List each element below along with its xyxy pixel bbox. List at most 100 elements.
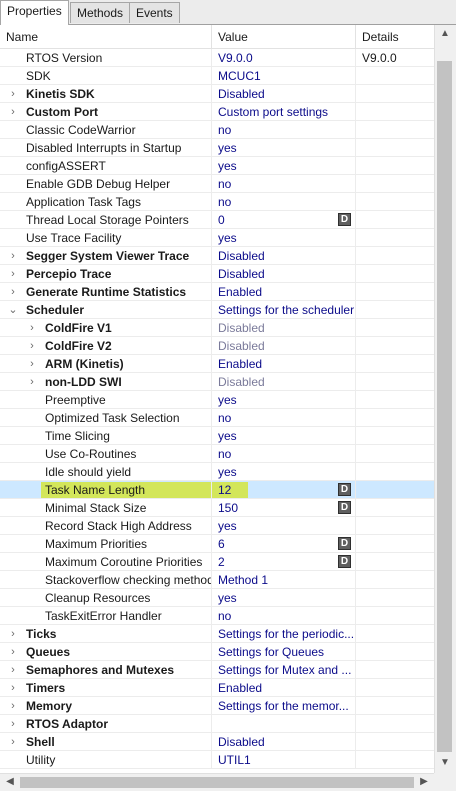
property-row[interactable]: RTOS Version V9.0.0 V9.0.0 xyxy=(0,49,434,67)
property-row[interactable]: › RTOS Adaptor xyxy=(0,715,434,733)
property-value-cell[interactable]: 0D xyxy=(212,211,356,229)
property-name-cell[interactable]: Enable GDB Debug Helper xyxy=(0,175,212,193)
property-value-cell[interactable]: yes xyxy=(212,139,356,157)
property-details-cell[interactable]: V9.0.0 xyxy=(356,49,434,67)
property-row[interactable]: › Memory Settings for the memor... xyxy=(0,697,434,715)
property-value-cell[interactable]: no xyxy=(212,193,356,211)
property-details-cell[interactable] xyxy=(356,391,434,409)
property-details-cell[interactable] xyxy=(356,355,434,373)
property-row[interactable]: Cleanup Resources yes xyxy=(0,589,434,607)
property-value-cell[interactable]: Disabled xyxy=(212,265,356,283)
expand-chevron-icon[interactable]: › xyxy=(7,625,19,642)
tab-events[interactable]: Events xyxy=(129,2,180,23)
property-name-cell[interactable]: configASSERT xyxy=(0,157,212,175)
property-row[interactable]: SDK MCUC1 xyxy=(0,67,434,85)
expand-chevron-icon[interactable]: › xyxy=(26,355,38,372)
property-name-cell[interactable]: Use Trace Facility xyxy=(0,229,212,247)
property-value-cell[interactable]: no xyxy=(212,121,356,139)
property-details-cell[interactable] xyxy=(356,625,434,643)
property-value-cell[interactable]: 150 D xyxy=(212,499,356,517)
property-name-cell[interactable]: Optimized Task Selection xyxy=(0,409,212,427)
property-value-cell[interactable]: MCUC1 xyxy=(212,67,356,85)
property-row[interactable]: Application Task Tags no xyxy=(0,193,434,211)
property-row[interactable]: › ColdFire V1 Disabled xyxy=(0,319,434,337)
expand-chevron-icon[interactable]: › xyxy=(7,265,19,282)
property-value-cell[interactable]: Disabled xyxy=(212,733,356,751)
property-name-cell[interactable]: › Timers xyxy=(0,679,212,697)
property-value-cell[interactable]: Settings for the periodic... xyxy=(212,625,356,643)
property-details-cell[interactable] xyxy=(356,157,434,175)
vertical-scrollbar[interactable]: ▲ ▼ xyxy=(434,25,456,773)
property-row[interactable]: Stackoverflow checking method Method 1 xyxy=(0,571,434,589)
property-details-cell[interactable] xyxy=(356,571,434,589)
property-details-cell[interactable] xyxy=(356,733,434,751)
property-value-cell[interactable]: UTIL1 xyxy=(212,751,356,769)
property-details-cell[interactable] xyxy=(356,247,434,265)
property-row[interactable]: Time Slicing yes xyxy=(0,427,434,445)
property-row[interactable]: › Queues Settings for Queues xyxy=(0,643,434,661)
property-value-cell[interactable]: Enabled xyxy=(212,355,356,373)
property-row[interactable]: › Segger System Viewer Trace Disabled xyxy=(0,247,434,265)
tab-methods[interactable]: Methods xyxy=(70,2,131,23)
property-details-cell[interactable] xyxy=(356,679,434,697)
collapse-chevron-icon[interactable]: ⌄ xyxy=(7,301,19,318)
property-value-cell[interactable]: Custom port settings xyxy=(212,103,356,121)
property-value-cell[interactable]: 12 D xyxy=(212,481,356,499)
property-name-cell[interactable]: › RTOS Adaptor xyxy=(0,715,212,733)
property-row[interactable]: Idle should yield yes xyxy=(0,463,434,481)
property-details-cell[interactable] xyxy=(356,193,434,211)
property-details-cell[interactable] xyxy=(356,517,434,535)
property-name-cell[interactable]: › Memory xyxy=(0,697,212,715)
property-row[interactable]: Minimal Stack Size 150 D xyxy=(0,499,434,517)
property-details-cell[interactable] xyxy=(356,643,434,661)
property-row[interactable]: ⌄ Scheduler Settings for the scheduler xyxy=(0,301,434,319)
property-details-cell[interactable] xyxy=(356,445,434,463)
property-row[interactable]: configASSERT yes xyxy=(0,157,434,175)
property-value-cell[interactable]: Method 1 xyxy=(212,571,356,589)
property-name-cell[interactable]: SDK xyxy=(0,67,212,85)
property-value-cell[interactable]: yes xyxy=(212,589,356,607)
property-details-cell[interactable] xyxy=(356,427,434,445)
property-value-cell[interactable] xyxy=(212,715,356,733)
property-row[interactable]: Task Name Length 12 D xyxy=(0,481,434,499)
property-value-cell[interactable]: no xyxy=(212,175,356,193)
property-details-cell[interactable] xyxy=(356,499,434,517)
property-details-cell[interactable] xyxy=(356,373,434,391)
property-name-cell[interactable]: Idle should yield xyxy=(0,463,212,481)
expand-chevron-icon[interactable]: › xyxy=(7,247,19,264)
property-row[interactable]: Disabled Interrupts in Startup yes xyxy=(0,139,434,157)
property-name-cell[interactable]: › Segger System Viewer Trace xyxy=(0,247,212,265)
property-row[interactable]: › ColdFire V2 Disabled xyxy=(0,337,434,355)
property-value-cell[interactable]: yes xyxy=(212,517,356,535)
property-name-cell[interactable]: Application Task Tags xyxy=(0,193,212,211)
property-details-cell[interactable] xyxy=(356,535,434,553)
property-row[interactable]: Maximum Priorities 6 D xyxy=(0,535,434,553)
property-details-cell[interactable] xyxy=(356,301,434,319)
property-details-cell[interactable] xyxy=(356,283,434,301)
default-value-button[interactable]: D xyxy=(338,483,351,496)
expand-chevron-icon[interactable]: › xyxy=(7,679,19,696)
property-name-cell[interactable]: Utility xyxy=(0,751,212,769)
property-row[interactable]: › Kinetis SDK Disabled xyxy=(0,85,434,103)
property-name-cell[interactable]: › Generate Runtime Statistics xyxy=(0,283,212,301)
expand-chevron-icon[interactable]: › xyxy=(7,715,19,732)
expand-chevron-icon[interactable]: › xyxy=(26,319,38,336)
property-value-cell[interactable]: Enabled xyxy=(212,679,356,697)
property-row[interactable]: TaskExitError Handler no xyxy=(0,607,434,625)
property-value-cell[interactable]: 6D xyxy=(212,535,356,553)
property-name-cell[interactable]: › Shell xyxy=(0,733,212,751)
scroll-left-icon[interactable]: ◀ xyxy=(2,775,18,789)
column-header-name[interactable]: Name xyxy=(0,25,212,48)
property-details-cell[interactable] xyxy=(356,85,434,103)
property-row[interactable]: › Timers Enabled xyxy=(0,679,434,697)
property-name-cell[interactable]: RTOS Version xyxy=(0,49,212,67)
property-details-cell[interactable] xyxy=(356,139,434,157)
property-name-cell[interactable]: › ColdFire V2 xyxy=(0,337,212,355)
property-row[interactable]: Optimized Task Selection no xyxy=(0,409,434,427)
scroll-up-icon[interactable]: ▲ xyxy=(437,27,453,41)
property-value-cell[interactable]: Disabled xyxy=(212,319,356,337)
expand-chevron-icon[interactable]: › xyxy=(7,697,19,714)
property-row[interactable]: › Semaphores and Mutexes Settings for Mute… xyxy=(0,661,434,679)
property-value-cell[interactable]: yes xyxy=(212,463,356,481)
tab-properties[interactable]: Properties xyxy=(0,0,69,25)
